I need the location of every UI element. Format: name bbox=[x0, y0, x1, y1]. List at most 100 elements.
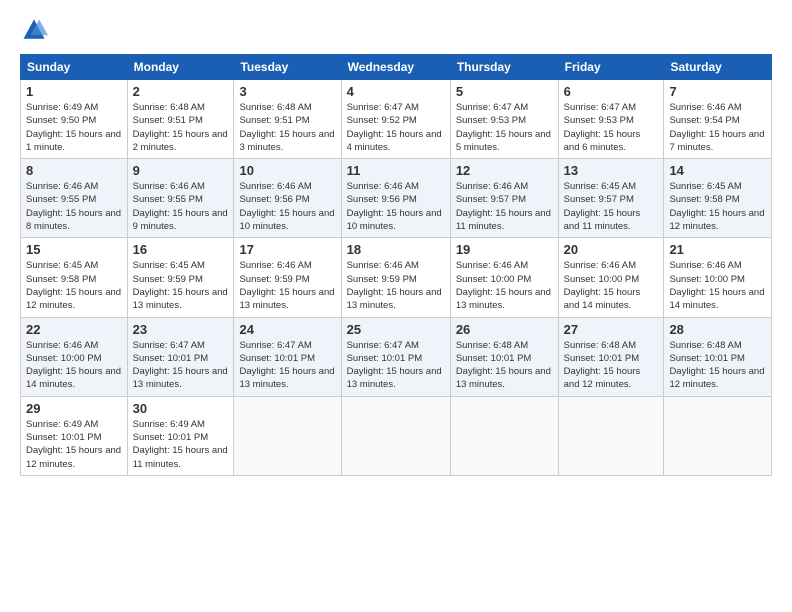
calendar-cell: 15 Sunrise: 6:45 AMSunset: 9:58 PMDaylig… bbox=[21, 238, 128, 317]
day-number: 24 bbox=[239, 322, 335, 337]
calendar-body: 1 Sunrise: 6:49 AMSunset: 9:50 PMDayligh… bbox=[21, 80, 772, 476]
day-number: 28 bbox=[669, 322, 766, 337]
calendar-cell: 30 Sunrise: 6:49 AMSunset: 10:01 PMDayli… bbox=[127, 396, 234, 475]
calendar-cell: 29 Sunrise: 6:49 AMSunset: 10:01 PMDayli… bbox=[21, 396, 128, 475]
calendar-cell: 17 Sunrise: 6:46 AMSunset: 9:59 PMDaylig… bbox=[234, 238, 341, 317]
day-number: 27 bbox=[564, 322, 659, 337]
calendar-header-tuesday: Tuesday bbox=[234, 55, 341, 80]
day-number: 13 bbox=[564, 163, 659, 178]
calendar-cell: 1 Sunrise: 6:49 AMSunset: 9:50 PMDayligh… bbox=[21, 80, 128, 159]
day-info: Sunrise: 6:46 AMSunset: 10:00 PMDaylight… bbox=[26, 339, 122, 392]
day-info: Sunrise: 6:48 AMSunset: 10:01 PMDaylight… bbox=[456, 339, 553, 392]
calendar-cell: 27 Sunrise: 6:48 AMSunset: 10:01 PMDayli… bbox=[558, 317, 664, 396]
day-info: Sunrise: 6:46 AMSunset: 9:55 PMDaylight:… bbox=[26, 180, 122, 233]
calendar-table: SundayMondayTuesdayWednesdayThursdayFrid… bbox=[20, 54, 772, 476]
calendar-cell: 11 Sunrise: 6:46 AMSunset: 9:56 PMDaylig… bbox=[341, 159, 450, 238]
day-number: 16 bbox=[133, 242, 229, 257]
day-number: 26 bbox=[456, 322, 553, 337]
day-number: 11 bbox=[347, 163, 445, 178]
calendar-cell: 5 Sunrise: 6:47 AMSunset: 9:53 PMDayligh… bbox=[450, 80, 558, 159]
calendar-cell bbox=[450, 396, 558, 475]
day-info: Sunrise: 6:45 AMSunset: 9:58 PMDaylight:… bbox=[669, 180, 766, 233]
calendar-cell: 19 Sunrise: 6:46 AMSunset: 10:00 PMDayli… bbox=[450, 238, 558, 317]
day-number: 18 bbox=[347, 242, 445, 257]
day-number: 30 bbox=[133, 401, 229, 416]
day-number: 8 bbox=[26, 163, 122, 178]
logo bbox=[20, 16, 52, 44]
calendar-cell: 18 Sunrise: 6:46 AMSunset: 9:59 PMDaylig… bbox=[341, 238, 450, 317]
day-info: Sunrise: 6:49 AMSunset: 9:50 PMDaylight:… bbox=[26, 101, 122, 154]
calendar-week-2: 8 Sunrise: 6:46 AMSunset: 9:55 PMDayligh… bbox=[21, 159, 772, 238]
calendar-header-friday: Friday bbox=[558, 55, 664, 80]
day-info: Sunrise: 6:46 AMSunset: 9:54 PMDaylight:… bbox=[669, 101, 766, 154]
day-number: 25 bbox=[347, 322, 445, 337]
calendar-cell: 22 Sunrise: 6:46 AMSunset: 10:00 PMDayli… bbox=[21, 317, 128, 396]
logo-icon bbox=[20, 16, 48, 44]
day-info: Sunrise: 6:46 AMSunset: 9:59 PMDaylight:… bbox=[239, 259, 335, 312]
day-number: 1 bbox=[26, 84, 122, 99]
day-number: 2 bbox=[133, 84, 229, 99]
day-number: 22 bbox=[26, 322, 122, 337]
day-info: Sunrise: 6:48 AMSunset: 10:01 PMDaylight… bbox=[564, 339, 659, 392]
calendar-cell: 26 Sunrise: 6:48 AMSunset: 10:01 PMDayli… bbox=[450, 317, 558, 396]
day-info: Sunrise: 6:47 AMSunset: 9:53 PMDaylight:… bbox=[564, 101, 659, 154]
calendar-cell: 9 Sunrise: 6:46 AMSunset: 9:55 PMDayligh… bbox=[127, 159, 234, 238]
day-info: Sunrise: 6:46 AMSunset: 10:00 PMDaylight… bbox=[456, 259, 553, 312]
calendar-cell: 16 Sunrise: 6:45 AMSunset: 9:59 PMDaylig… bbox=[127, 238, 234, 317]
day-number: 6 bbox=[564, 84, 659, 99]
day-number: 19 bbox=[456, 242, 553, 257]
calendar-header-monday: Monday bbox=[127, 55, 234, 80]
calendar-cell: 6 Sunrise: 6:47 AMSunset: 9:53 PMDayligh… bbox=[558, 80, 664, 159]
day-info: Sunrise: 6:45 AMSunset: 9:59 PMDaylight:… bbox=[133, 259, 229, 312]
day-info: Sunrise: 6:47 AMSunset: 10:01 PMDaylight… bbox=[239, 339, 335, 392]
day-info: Sunrise: 6:47 AMSunset: 10:01 PMDaylight… bbox=[133, 339, 229, 392]
calendar-cell: 7 Sunrise: 6:46 AMSunset: 9:54 PMDayligh… bbox=[664, 80, 772, 159]
day-info: Sunrise: 6:47 AMSunset: 10:01 PMDaylight… bbox=[347, 339, 445, 392]
day-number: 12 bbox=[456, 163, 553, 178]
day-info: Sunrise: 6:46 AMSunset: 9:55 PMDaylight:… bbox=[133, 180, 229, 233]
calendar-cell: 21 Sunrise: 6:46 AMSunset: 10:00 PMDayli… bbox=[664, 238, 772, 317]
day-info: Sunrise: 6:49 AMSunset: 10:01 PMDaylight… bbox=[26, 418, 122, 471]
page: SundayMondayTuesdayWednesdayThursdayFrid… bbox=[0, 0, 792, 612]
calendar-cell: 13 Sunrise: 6:45 AMSunset: 9:57 PMDaylig… bbox=[558, 159, 664, 238]
day-number: 10 bbox=[239, 163, 335, 178]
calendar-header-wednesday: Wednesday bbox=[341, 55, 450, 80]
calendar-header-thursday: Thursday bbox=[450, 55, 558, 80]
calendar-header-row: SundayMondayTuesdayWednesdayThursdayFrid… bbox=[21, 55, 772, 80]
calendar-cell: 25 Sunrise: 6:47 AMSunset: 10:01 PMDayli… bbox=[341, 317, 450, 396]
calendar-week-3: 15 Sunrise: 6:45 AMSunset: 9:58 PMDaylig… bbox=[21, 238, 772, 317]
calendar-cell: 12 Sunrise: 6:46 AMSunset: 9:57 PMDaylig… bbox=[450, 159, 558, 238]
calendar-cell bbox=[341, 396, 450, 475]
calendar-header-sunday: Sunday bbox=[21, 55, 128, 80]
day-number: 7 bbox=[669, 84, 766, 99]
calendar-cell: 10 Sunrise: 6:46 AMSunset: 9:56 PMDaylig… bbox=[234, 159, 341, 238]
day-number: 5 bbox=[456, 84, 553, 99]
calendar-cell: 28 Sunrise: 6:48 AMSunset: 10:01 PMDayli… bbox=[664, 317, 772, 396]
day-info: Sunrise: 6:46 AMSunset: 10:00 PMDaylight… bbox=[564, 259, 659, 312]
day-number: 14 bbox=[669, 163, 766, 178]
day-info: Sunrise: 6:47 AMSunset: 9:52 PMDaylight:… bbox=[347, 101, 445, 154]
day-info: Sunrise: 6:46 AMSunset: 10:00 PMDaylight… bbox=[669, 259, 766, 312]
day-info: Sunrise: 6:48 AMSunset: 9:51 PMDaylight:… bbox=[133, 101, 229, 154]
calendar-week-4: 22 Sunrise: 6:46 AMSunset: 10:00 PMDayli… bbox=[21, 317, 772, 396]
day-info: Sunrise: 6:45 AMSunset: 9:58 PMDaylight:… bbox=[26, 259, 122, 312]
calendar-cell: 3 Sunrise: 6:48 AMSunset: 9:51 PMDayligh… bbox=[234, 80, 341, 159]
day-number: 15 bbox=[26, 242, 122, 257]
day-info: Sunrise: 6:49 AMSunset: 10:01 PMDaylight… bbox=[133, 418, 229, 471]
day-number: 17 bbox=[239, 242, 335, 257]
calendar-cell bbox=[558, 396, 664, 475]
calendar-cell: 14 Sunrise: 6:45 AMSunset: 9:58 PMDaylig… bbox=[664, 159, 772, 238]
day-number: 4 bbox=[347, 84, 445, 99]
calendar-cell: 23 Sunrise: 6:47 AMSunset: 10:01 PMDayli… bbox=[127, 317, 234, 396]
day-number: 3 bbox=[239, 84, 335, 99]
day-number: 29 bbox=[26, 401, 122, 416]
calendar-cell: 24 Sunrise: 6:47 AMSunset: 10:01 PMDayli… bbox=[234, 317, 341, 396]
day-info: Sunrise: 6:46 AMSunset: 9:56 PMDaylight:… bbox=[239, 180, 335, 233]
day-info: Sunrise: 6:48 AMSunset: 10:01 PMDaylight… bbox=[669, 339, 766, 392]
calendar-header-saturday: Saturday bbox=[664, 55, 772, 80]
calendar-week-1: 1 Sunrise: 6:49 AMSunset: 9:50 PMDayligh… bbox=[21, 80, 772, 159]
day-info: Sunrise: 6:46 AMSunset: 9:59 PMDaylight:… bbox=[347, 259, 445, 312]
calendar-cell: 20 Sunrise: 6:46 AMSunset: 10:00 PMDayli… bbox=[558, 238, 664, 317]
calendar-cell: 4 Sunrise: 6:47 AMSunset: 9:52 PMDayligh… bbox=[341, 80, 450, 159]
day-number: 23 bbox=[133, 322, 229, 337]
